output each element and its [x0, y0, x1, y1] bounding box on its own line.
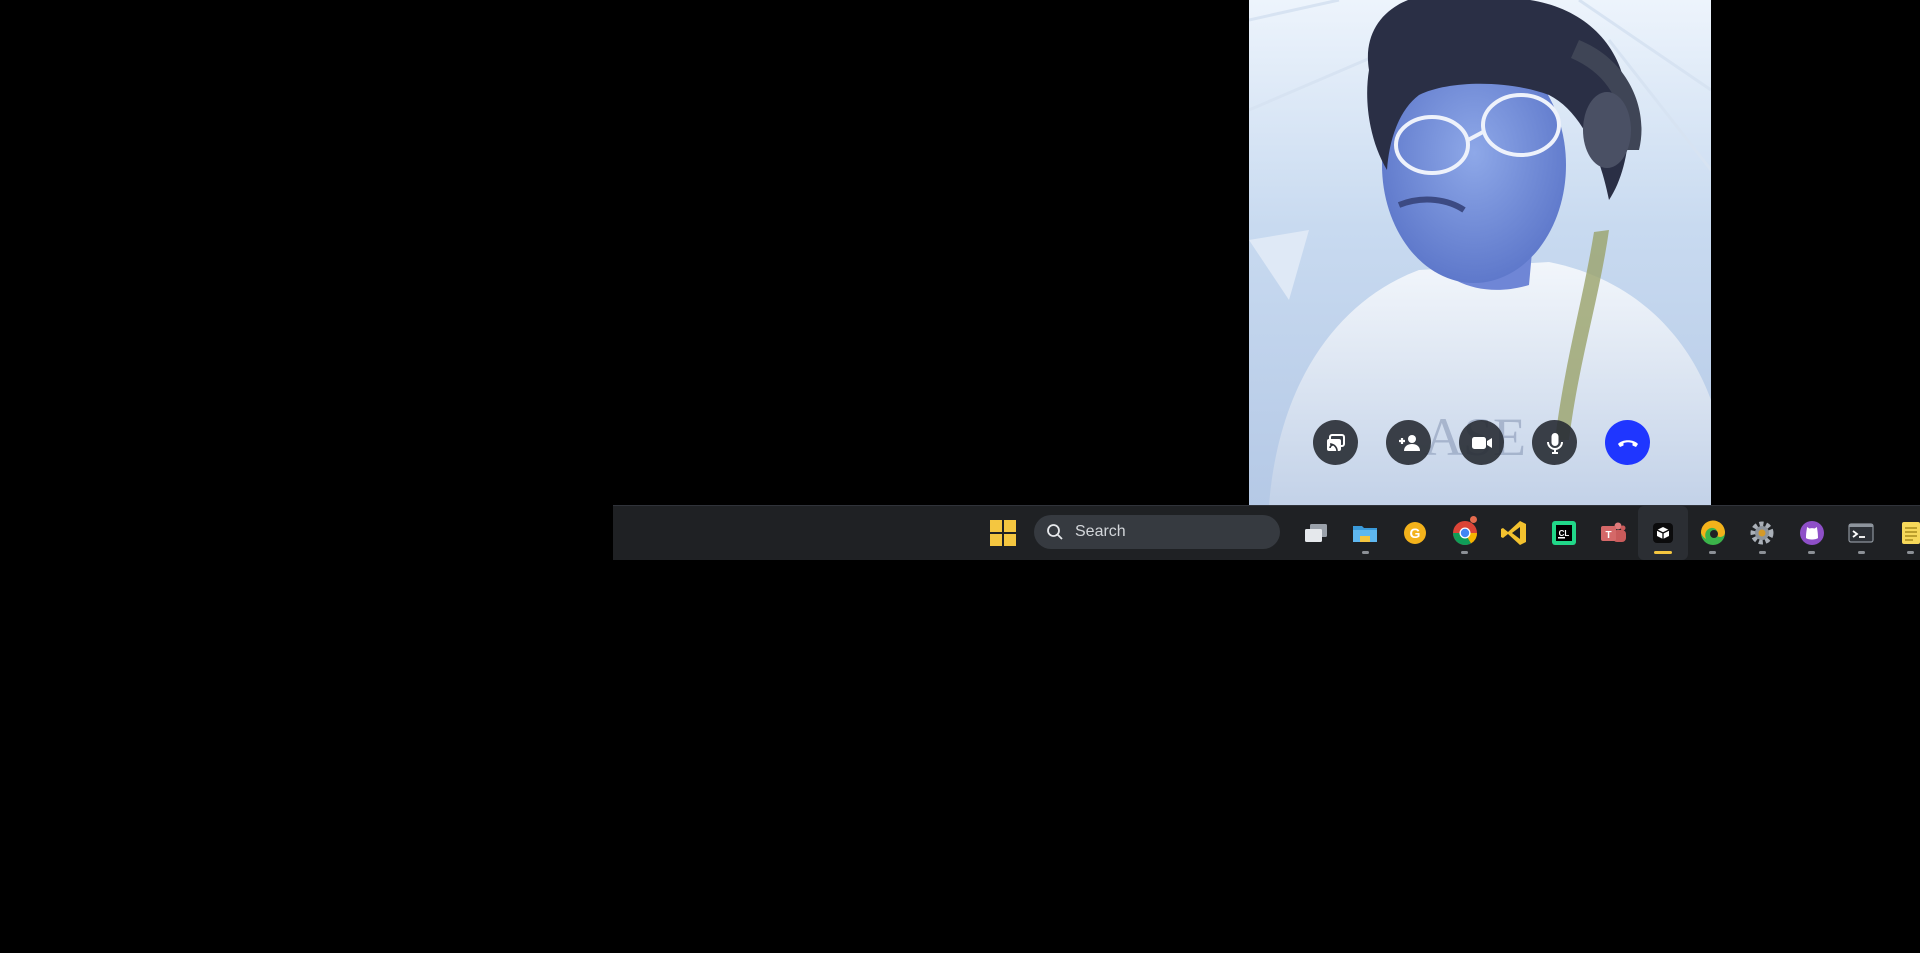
- taskbar-app-grammarly[interactable]: G: [1390, 506, 1440, 560]
- microphone-icon: [1546, 432, 1563, 454]
- search-input[interactable]: [1073, 522, 1257, 542]
- taskbar-app-task-view[interactable]: [1291, 506, 1341, 560]
- taskbar-app-visual-studio-code[interactable]: [1489, 506, 1539, 560]
- edge-icon: [1700, 520, 1725, 545]
- taskbar-app-microsoft-teams[interactable]: T: [1589, 506, 1639, 560]
- grammarly-icon: G: [1403, 522, 1426, 544]
- running-indicator: [1653, 551, 1672, 554]
- taskbar-app-microsoft-edge[interactable]: [1688, 506, 1738, 560]
- folder-icon: [1353, 526, 1378, 542]
- windows-logo-icon: [990, 520, 1016, 546]
- running-indicator: [1808, 551, 1816, 554]
- search-icon: [1047, 524, 1063, 540]
- video-camera-icon: [1471, 436, 1492, 449]
- svg-text:T: T: [1606, 530, 1612, 541]
- share-screen-button[interactable]: [1313, 420, 1358, 465]
- app-cube-icon: [1652, 523, 1673, 543]
- screen-share-icon: [1326, 433, 1345, 451]
- taskbar-search-box[interactable]: [1034, 515, 1280, 549]
- running-indicator: [1361, 551, 1369, 554]
- taskbar-app-clion[interactable]: CL: [1539, 506, 1589, 560]
- github-icon: [1799, 521, 1824, 545]
- taskbar-app-file-explorer[interactable]: [1341, 506, 1391, 560]
- gear-icon: [1750, 521, 1774, 545]
- taskbar-app-terminal[interactable]: [1837, 506, 1887, 560]
- notepad-icon: [1901, 522, 1920, 544]
- taskbar-app-list: G CL T: [1291, 506, 1920, 560]
- running-indicator: [1907, 551, 1915, 554]
- svg-text:CL: CL: [1558, 529, 1569, 538]
- taskbar-app-github-desktop[interactable]: [1787, 506, 1837, 560]
- start-button[interactable]: [989, 519, 1017, 547]
- add-person-icon: [1398, 434, 1420, 451]
- running-indicator: [1758, 551, 1766, 554]
- taskbar: G: [613, 505, 1920, 560]
- clion-icon: CL: [1551, 521, 1576, 545]
- running-indicator: [1709, 551, 1717, 554]
- task-view-icon: [1304, 524, 1327, 542]
- vscode-icon: [1501, 521, 1527, 545]
- taskbar-app-google-chrome[interactable]: [1440, 506, 1490, 560]
- microphone-button[interactable]: [1532, 420, 1577, 465]
- hang-up-button[interactable]: [1605, 420, 1650, 465]
- teams-icon: T: [1601, 522, 1627, 542]
- camera-button[interactable]: [1459, 420, 1504, 465]
- taskbar-app-settings[interactable]: [1737, 506, 1787, 560]
- running-indicator: [1461, 551, 1469, 554]
- video-call-window: ASE: [1249, 0, 1711, 505]
- taskbar-app-notepad[interactable]: [1886, 506, 1920, 560]
- phone-hangup-icon: [1617, 439, 1638, 447]
- add-participant-button[interactable]: [1386, 420, 1431, 465]
- terminal-icon: [1848, 523, 1874, 543]
- call-controls-bar: [1313, 420, 1650, 465]
- taskbar-app-active-app[interactable]: [1638, 506, 1688, 560]
- svg-text:G: G: [1410, 525, 1421, 541]
- running-indicator: [1857, 551, 1865, 554]
- desktop-screen: ASE: [0, 0, 1920, 953]
